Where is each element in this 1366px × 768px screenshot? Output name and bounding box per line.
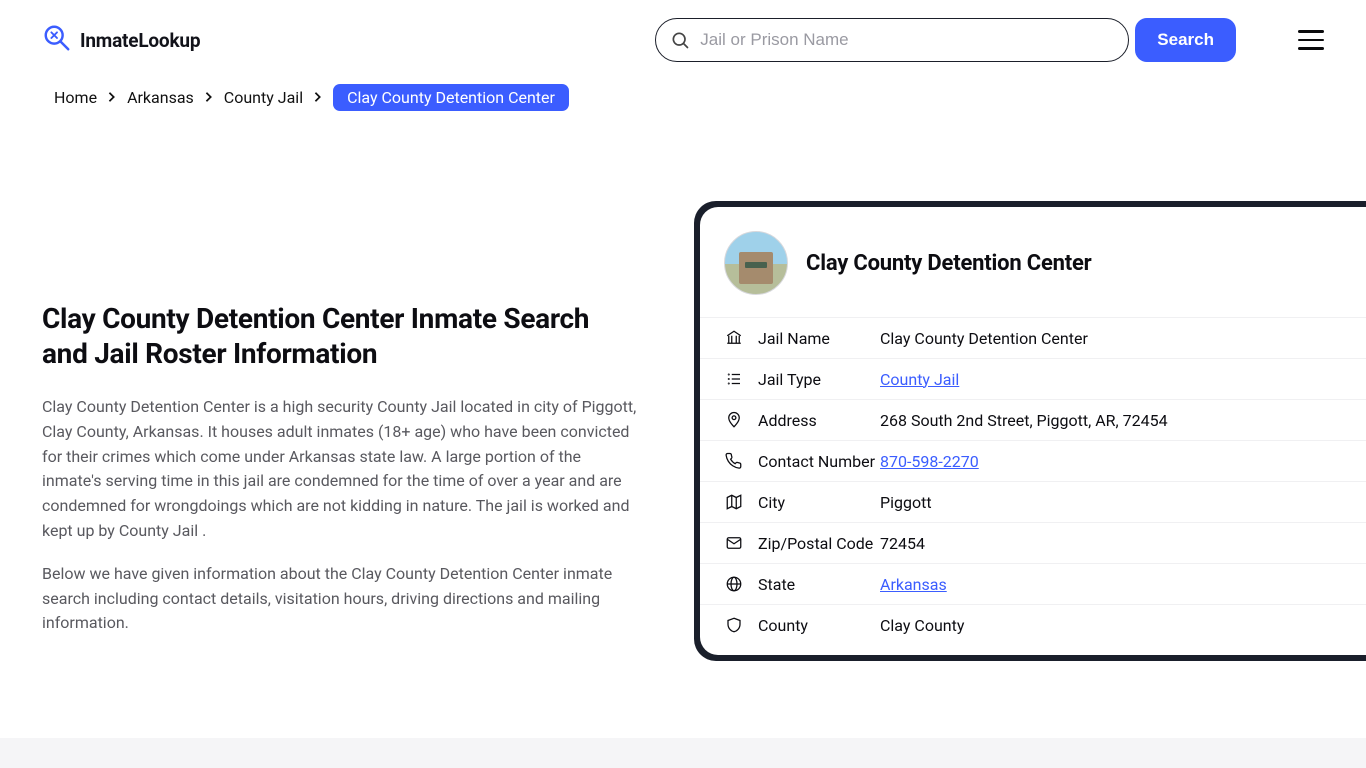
info-label: Address (758, 411, 880, 430)
info-value: Clay County (880, 616, 964, 635)
info-label: Jail Type (758, 370, 880, 389)
logo-icon (42, 23, 72, 57)
info-label: Contact Number (758, 452, 880, 471)
info-label: City (758, 493, 880, 512)
phone-icon (724, 451, 744, 471)
info-value: 72454 (880, 534, 925, 553)
info-value[interactable]: Arkansas (880, 575, 947, 594)
chevron-right-icon (107, 88, 117, 107)
pin-icon (724, 410, 744, 430)
brand-name: InmateLookup (80, 29, 200, 52)
footer-band (0, 738, 1366, 768)
facility-avatar (724, 231, 788, 295)
info-row: Jail TypeCounty Jail (700, 358, 1366, 399)
info-value: 268 South 2nd Street, Piggott, AR, 72454 (880, 411, 1168, 430)
chevron-right-icon (204, 88, 214, 107)
globe-icon (724, 574, 744, 594)
breadcrumb-state[interactable]: Arkansas (127, 88, 194, 107)
search-input[interactable] (700, 30, 1114, 50)
info-label: County (758, 616, 880, 635)
search-button[interactable]: Search (1135, 18, 1236, 62)
breadcrumb-home[interactable]: Home (54, 88, 97, 107)
info-row: StateArkansas (700, 563, 1366, 604)
info-value: Clay County Detention Center (880, 329, 1088, 348)
mapfold-icon (724, 492, 744, 512)
breadcrumb-current: Clay County Detention Center (333, 84, 569, 111)
info-label: Jail Name (758, 329, 880, 348)
chevron-right-icon (313, 88, 323, 107)
shield-icon (724, 615, 744, 635)
search-box[interactable] (655, 18, 1129, 62)
info-value: Piggott (880, 493, 932, 512)
info-value[interactable]: 870-598-2270 (880, 452, 979, 471)
info-card: Clay County Detention Center Jail NameCl… (694, 201, 1366, 661)
info-row: Address268 South 2nd Street, Piggott, AR… (700, 399, 1366, 440)
info-row: Zip/Postal Code72454 (700, 522, 1366, 563)
intro-paragraph-2: Below we have given information about th… (42, 562, 638, 636)
envelope-icon (724, 533, 744, 553)
brand-logo[interactable]: InmateLookup (42, 23, 200, 57)
info-value[interactable]: County Jail (880, 370, 959, 389)
intro-paragraph-1: Clay County Detention Center is a high s… (42, 395, 638, 544)
info-row: Contact Number870-598-2270 (700, 440, 1366, 481)
menu-button[interactable] (1298, 30, 1324, 50)
breadcrumb-type[interactable]: County Jail (224, 88, 303, 107)
breadcrumb: Home Arkansas County Jail Clay County De… (0, 62, 1366, 111)
info-label: Zip/Postal Code (758, 534, 880, 553)
info-row: Jail NameClay County Detention Center (700, 317, 1366, 358)
page-title: Clay County Detention Center Inmate Sear… (42, 301, 638, 371)
info-label: State (758, 575, 880, 594)
info-row: CityPiggott (700, 481, 1366, 522)
list-icon (724, 369, 744, 389)
info-row: CountyClay County (700, 604, 1366, 645)
facility-name: Clay County Detention Center (806, 251, 1092, 276)
bank-icon (724, 328, 744, 348)
search-icon (670, 30, 690, 50)
